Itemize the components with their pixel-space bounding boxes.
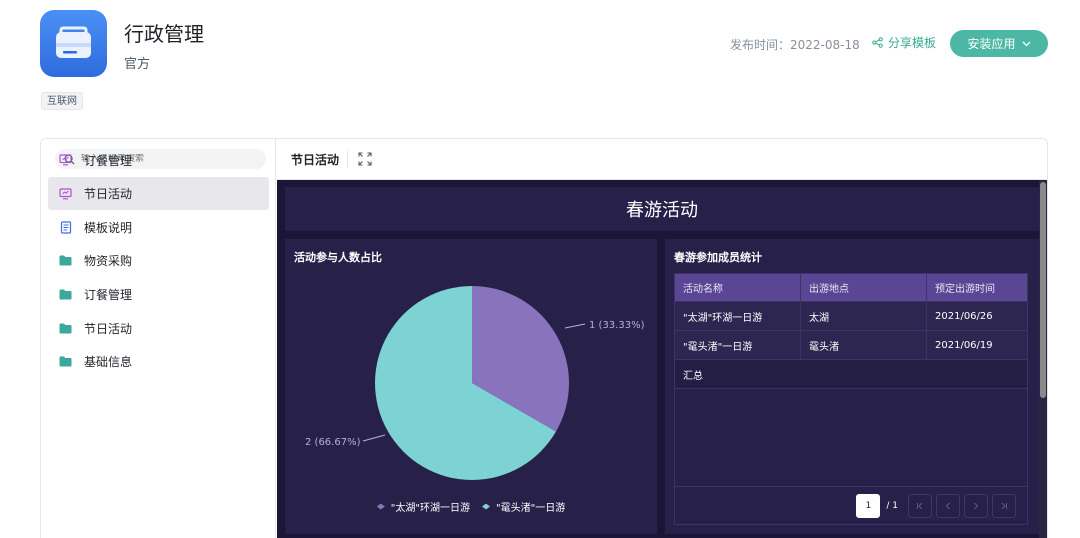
folder-icon	[59, 254, 72, 267]
chevron-left-icon	[945, 502, 950, 510]
share-label: 分享模板	[888, 36, 937, 50]
sidebar-item-label: 节日活动	[84, 321, 133, 336]
sidebar-item-label: 节日活动	[84, 187, 133, 202]
sidebar-item-label: 物资采购	[84, 254, 133, 269]
pie-label-a: 1 (33.33%)	[589, 320, 645, 331]
document-icon	[59, 221, 72, 234]
table-cell: "太湖"环湖一日游	[674, 301, 801, 331]
pie-legend: "太湖"环湖一日游 "鼋头渚"一日游	[285, 499, 657, 514]
sidebar-item[interactable]: 节日活动	[48, 312, 269, 345]
screen-icon	[59, 187, 72, 200]
sidebar-item[interactable]: 物资采购	[48, 139, 269, 143]
sidebar-item-label: 基础信息	[84, 355, 133, 370]
sidebar-item[interactable]: 节日活动	[48, 177, 269, 211]
dashboard-scrollbar[interactable]	[1039, 180, 1047, 538]
column-header[interactable]: 出游地点	[800, 273, 927, 302]
table-card: 春游参加成员统计 活动名称 出游地点 预定出游时间 "太湖"环湖一日游 太湖 2…	[665, 239, 1039, 534]
share-template-button[interactable]: 分享模板	[872, 34, 936, 51]
category-tag: 互联网	[41, 92, 83, 110]
table-row[interactable]: "太湖"环湖一日游 太湖 2021/06/26	[674, 301, 1028, 331]
table-cell: 太湖	[800, 301, 927, 331]
install-app-button[interactable]: 安装应用	[950, 30, 1048, 57]
briefcase-icon	[56, 26, 91, 58]
first-page-button[interactable]	[908, 494, 932, 518]
screen-icon	[59, 154, 72, 167]
app-title: 行政管理	[124, 22, 204, 46]
fullscreen-icon[interactable]	[358, 152, 372, 166]
dashboard: 春游活动 活动参与人数占比 1 (33.33%) 2 (66.67%) "太湖"…	[277, 180, 1047, 538]
last-page-icon	[1001, 502, 1007, 510]
legend-item-yuantouzhu[interactable]: "鼋头渚"一日游	[482, 499, 565, 514]
sidebar-item[interactable]: 订餐管理	[48, 278, 269, 311]
sidebar-item-label: 模板说明	[84, 220, 133, 235]
last-page-button[interactable]	[992, 494, 1016, 518]
summary-label: 汇总	[674, 359, 1028, 389]
sidebar-item[interactable]: 订餐管理	[48, 144, 269, 177]
legend-marker-icon	[376, 503, 385, 510]
first-page-icon	[917, 502, 923, 510]
pie-leader-line-a	[564, 323, 586, 329]
chevron-right-icon	[974, 502, 979, 510]
table-cell: 2021/06/19	[926, 330, 1028, 360]
app-subtitle: 官方	[124, 57, 151, 72]
install-label: 安装应用	[967, 37, 1016, 51]
column-header[interactable]: 预定出游时间	[926, 273, 1028, 302]
folder-icon	[59, 288, 72, 301]
sidebar-item[interactable]: 模板说明	[48, 211, 269, 244]
scrollbar-thumb[interactable]	[1040, 182, 1046, 398]
template-preview-panel: 物资采购订餐管理节日活动模板说明物资采购订餐管理节日活动基础信息 节日活动 春游…	[40, 138, 1048, 538]
table-cell: "鼋头渚"一日游	[674, 330, 801, 360]
table-card-title: 春游参加成员统计	[674, 251, 762, 264]
folder-icon	[59, 355, 72, 368]
app-icon	[40, 10, 107, 77]
page-total: / 1	[886, 501, 898, 511]
pie-chart: 1 (33.33%) 2 (66.67%)	[305, 286, 645, 480]
summary-row: 汇总	[674, 359, 1028, 389]
prev-page-button[interactable]	[936, 494, 960, 518]
tab-festival-activities[interactable]: 节日活动	[291, 150, 349, 168]
sidebar-item-label: 订餐管理	[84, 288, 133, 302]
sidebar: 物资采购订餐管理节日活动模板说明物资采购订餐管理节日活动基础信息	[41, 139, 276, 538]
sidebar-item[interactable]: 基础信息	[48, 345, 269, 378]
pie-label-b: 2 (66.67%)	[305, 437, 361, 448]
legend-marker-icon	[482, 503, 490, 510]
legend-label: "太湖"环湖一日游	[390, 503, 470, 514]
table-header-row: 活动名称 出游地点 预定出游时间	[674, 273, 1028, 302]
sidebar-item[interactable]: 物资采购	[48, 244, 269, 277]
legend-label: "鼋头渚"一日游	[496, 503, 566, 514]
main-area: 节日活动 春游活动 活动参与人数占比 1 (33.33%) 2 (66.67%)…	[277, 139, 1047, 538]
folder-icon	[59, 322, 72, 335]
dashboard-title: 春游活动	[285, 187, 1039, 231]
pie-chart-card: 活动参与人数占比 1 (33.33%) 2 (66.67%) "太湖"环湖一日游…	[285, 239, 657, 534]
tab-bar: 节日活动	[277, 139, 1047, 180]
table-cell: 鼋头渚	[800, 330, 927, 360]
column-header[interactable]: 活动名称	[674, 273, 801, 302]
share-icon	[872, 37, 883, 48]
members-table: 活动名称 出游地点 预定出游时间 "太湖"环湖一日游 太湖 2021/06/26…	[674, 273, 1028, 389]
sidebar-item-label: 订餐管理	[84, 153, 133, 168]
next-page-button[interactable]	[964, 494, 988, 518]
publish-date: 发布时间：2022-08-18	[730, 38, 860, 52]
pie-leader-line-b	[362, 434, 386, 442]
table-row[interactable]: "鼋头渚"一日游 鼋头渚 2021/06/19	[674, 330, 1028, 360]
table-cell: 2021/06/26	[926, 301, 1028, 331]
pagination: 1 / 1	[674, 486, 1028, 525]
legend-item-taihu[interactable]: "太湖"环湖一日游	[376, 499, 470, 514]
page-number-input[interactable]: 1	[856, 494, 881, 518]
chevron-down-icon	[1022, 41, 1030, 46]
